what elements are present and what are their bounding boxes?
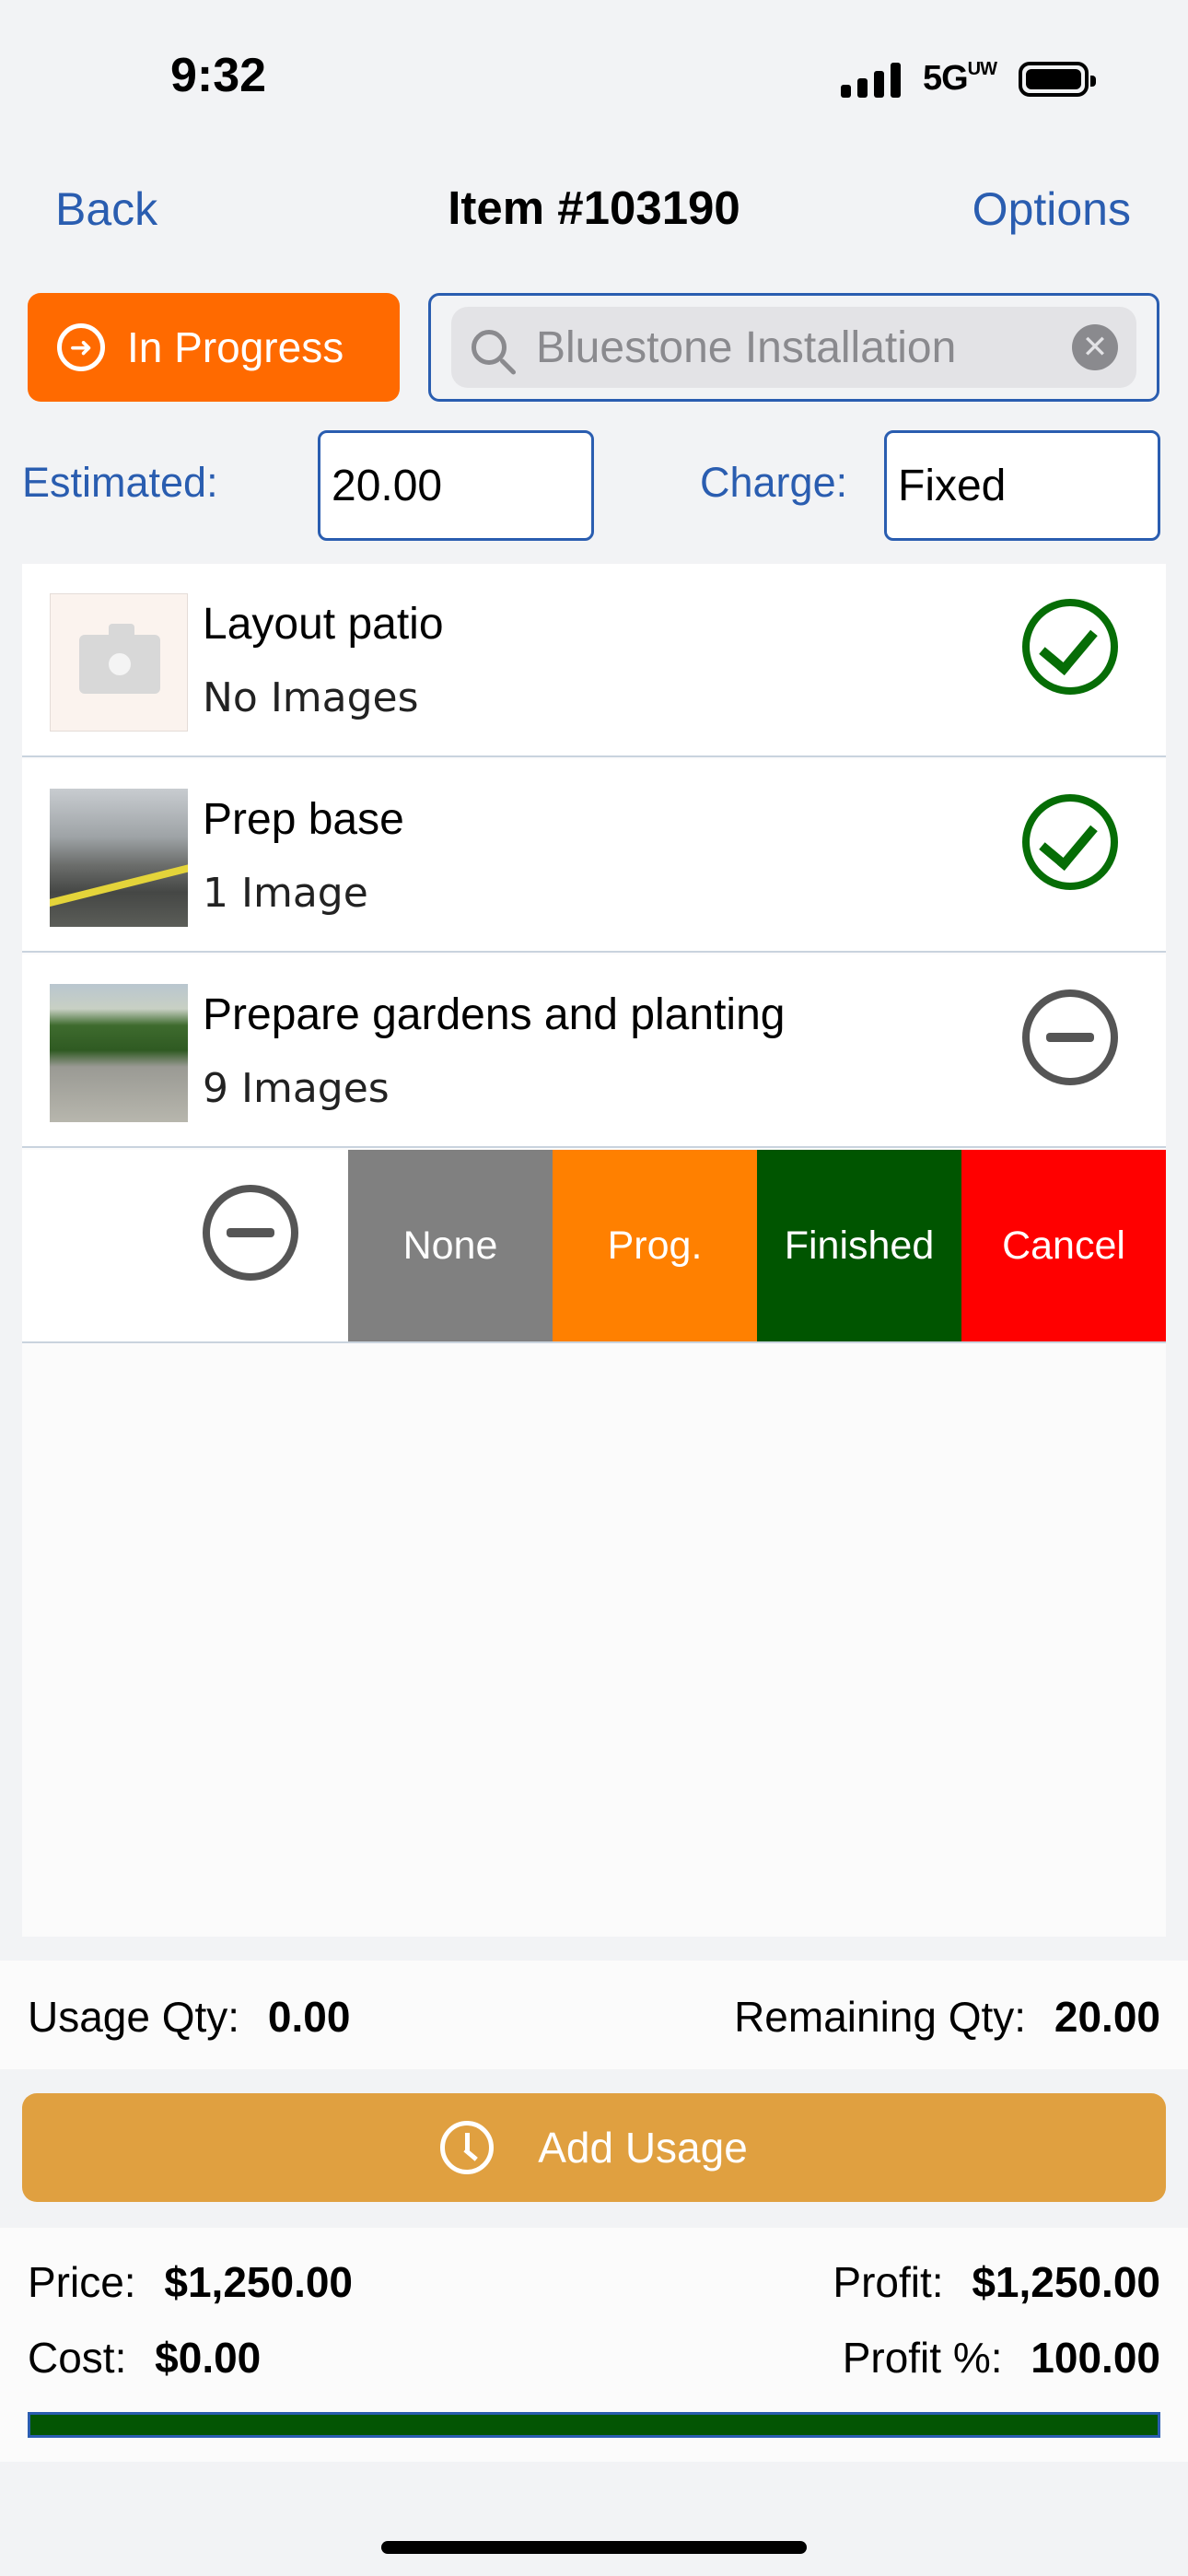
profit-percent-label: Profit %: [842,2334,1003,2382]
task-title: Layout patio [203,600,444,649]
network-indicator: 5GUW [922,59,997,99]
add-usage-label: Add Usage [538,2124,748,2172]
finished-action-button[interactable]: Finished [757,1150,961,1341]
options-button[interactable]: Options [973,182,1131,236]
status-button-label: In Progress [127,323,344,371]
usage-qty-value: 0.00 [267,1993,351,2041]
search-icon [472,330,507,365]
task-title: Prepare gardens and planting [203,990,786,1039]
cancel-action-button[interactable]: Cancel [961,1150,1166,1341]
task-image-count: No Images [203,674,419,721]
charge-field[interactable]: Fixed [884,430,1160,541]
task-thumbnail[interactable] [50,984,188,1122]
search-field: ✕ [451,307,1136,388]
progress-action-button[interactable]: Prog. [553,1150,757,1341]
network-label: 5G [922,59,969,98]
task-list: Layout patio No Images Prep base 1 Image… [22,564,1166,1937]
clock-icon [440,2121,495,2174]
cost-label: Cost: [28,2334,127,2382]
checkmark-circle-icon[interactable] [1022,599,1118,695]
home-indicator[interactable] [381,2541,807,2554]
status-icons: 5GUW [840,59,1096,99]
search-container: ✕ [428,293,1159,402]
profit-label: Profit: [833,2258,944,2306]
task-image-count: 1 Image [203,870,368,917]
task-image-count: 9 Images [203,1065,390,1112]
back-button[interactable]: Back [55,182,157,236]
status-time: 9:32 [170,49,267,102]
arrow-right-circle-icon: ➜ [57,323,105,371]
task-row-prepare-gardens[interactable]: Prepare gardens and planting 9 Images [22,954,1166,1148]
none-action-button[interactable]: None [348,1150,553,1341]
minus-circle-icon[interactable] [1022,989,1118,1085]
usage-qty-label: Usage Qty: [28,1993,240,2041]
profit-progress-fill [30,2415,1158,2435]
cost-value: $0.00 [155,2334,262,2382]
add-usage-button[interactable]: Add Usage [22,2093,1166,2202]
estimated-label: Estimated: [22,459,218,506]
remaining-qty-label: Remaining Qty: [734,1993,1027,2041]
price-value: $1,250.00 [164,2258,354,2306]
profit-progress-bar [28,2412,1160,2438]
remaining-qty-value: 20.00 [1054,1993,1160,2041]
battery-icon [1019,61,1096,97]
profit-percent-value: 100.00 [1031,2334,1160,2382]
usage-panel: Usage Qty: 0.00 Remaining Qty: 20.00 [0,1961,1188,2069]
task-thumbnail[interactable] [50,789,188,927]
task-title: Prep base [203,795,404,844]
estimated-field[interactable]: 20.00 [318,430,594,541]
swipe-action-row: None Prog. Finished Cancel [22,1150,1166,1343]
image-placeholder [50,593,188,732]
charge-label: Charge: [700,459,848,506]
camera-icon [79,624,160,694]
checkmark-circle-icon[interactable] [1022,794,1118,890]
clear-icon[interactable]: ✕ [1072,324,1118,370]
profit-value: $1,250.00 [972,2258,1160,2306]
task-row-prep-base[interactable]: Prep base 1 Image [22,759,1166,953]
network-sup: UW [967,59,997,79]
status-button[interactable]: ➜ In Progress [28,293,400,402]
minus-circle-icon[interactable] [203,1185,298,1281]
signal-icon [840,61,901,98]
price-label: Price: [28,2258,136,2306]
task-row-layout-patio[interactable]: Layout patio No Images [22,564,1166,757]
search-input[interactable] [534,321,1054,374]
